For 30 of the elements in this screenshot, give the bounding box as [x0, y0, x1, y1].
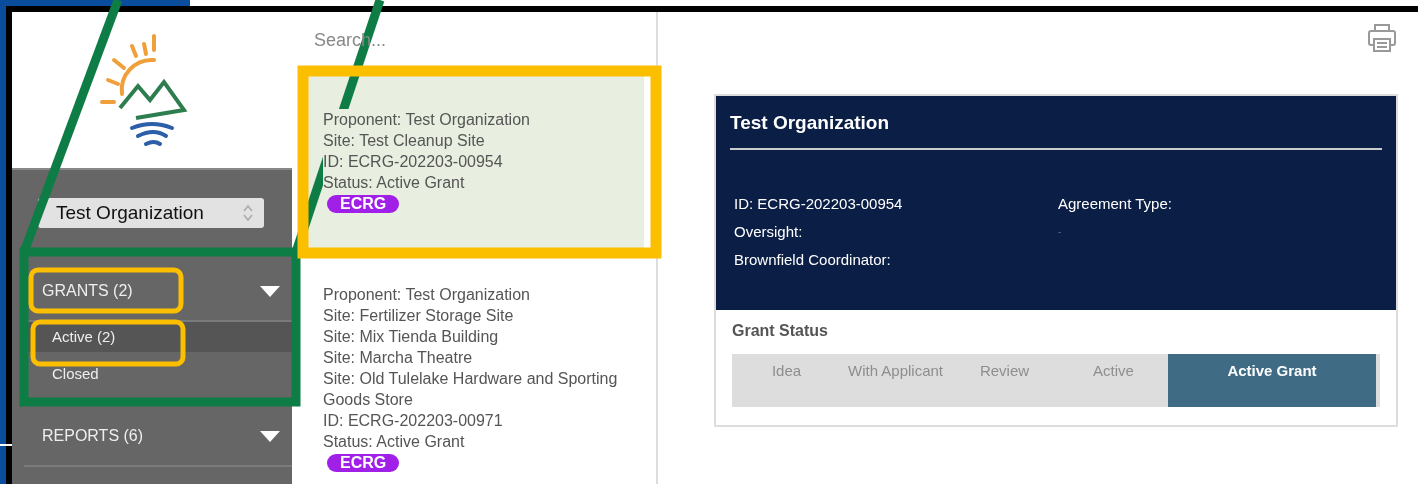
status-stage: With Applicant — [846, 361, 944, 381]
caret-down-icon — [260, 285, 280, 297]
status-stage: Active Grant — [1168, 354, 1376, 407]
item-text: Site: Test Cleanup Site — [323, 130, 485, 151]
status-stage: Review — [978, 361, 1031, 381]
status-stage: Active — [1092, 361, 1135, 381]
chevron-up-down-icon — [242, 203, 254, 223]
field-label: Agreement Type: — [1058, 194, 1173, 214]
item-text: Site: Old Tulelake Hardware and Sporting Goods Store — [323, 369, 619, 410]
field-label: ID: ECRG-202203-00954 — [734, 194, 904, 214]
status-label: Grant Status — [732, 322, 829, 340]
field-label: Brownfield Coordinator: — [734, 250, 892, 270]
print-icon[interactable] — [1366, 22, 1398, 54]
field-label: Oversight: — [734, 222, 804, 242]
item-text: Site: Fertilizer Storage Site — [323, 306, 514, 326]
item-text: Proponent: Test Organization — [323, 285, 530, 305]
organization-select[interactable]: Test Organization — [38, 198, 264, 228]
item-text: Site: Marcha Theatre — [323, 348, 473, 368]
item-text: Site: Mix Tienda Building — [323, 327, 499, 347]
item-text: Proponent: Test Organization — [323, 109, 530, 130]
caret-down-icon — [260, 430, 280, 442]
item-text: ID: ECRG-202203-00954 — [323, 151, 503, 172]
sidebar-item[interactable]: Closed — [24, 359, 292, 389]
item-text: Status: Active Grant — [323, 432, 465, 452]
program-tag: ECRG — [327, 195, 400, 213]
card-title: Test Organization — [730, 112, 1382, 150]
field-label: - — [1058, 225, 1063, 239]
program-tag: ECRG — [327, 454, 400, 472]
item-text: ID: ECRG-202203-00971 — [323, 411, 503, 431]
status-stage: Idea — [770, 361, 803, 381]
